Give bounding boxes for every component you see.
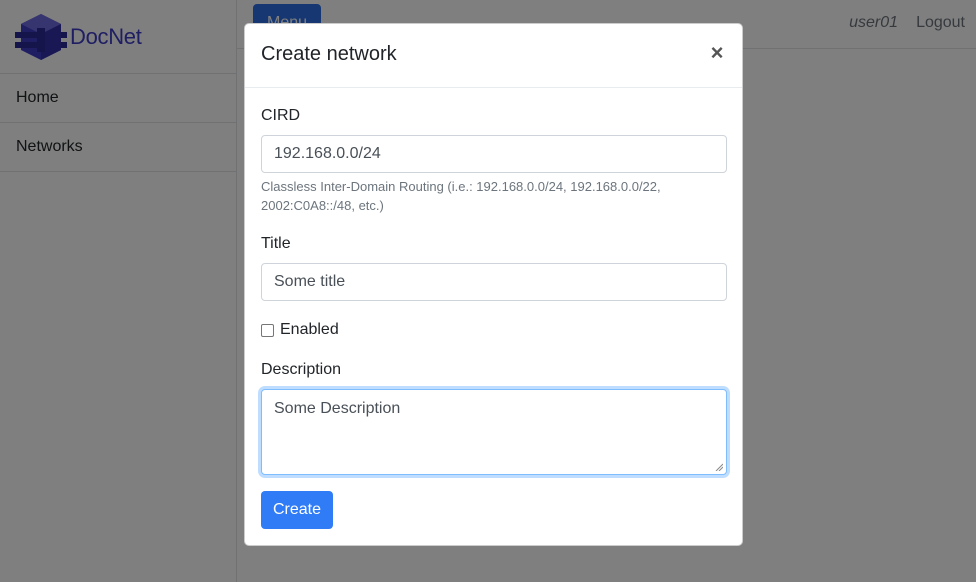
cird-input[interactable] <box>261 135 727 173</box>
description-text: Some Description <box>274 400 401 417</box>
title-input[interactable] <box>261 263 727 301</box>
description-label: Description <box>261 361 342 378</box>
modal-title: Create network <box>261 43 397 65</box>
create-network-modal: Create network × CIRD Classless Inter-Do… <box>244 23 743 546</box>
enabled-label: Enabled <box>280 321 339 338</box>
create-button[interactable]: Create <box>261 491 334 529</box>
description-textarea[interactable]: Some Description <box>261 389 727 475</box>
close-icon[interactable]: × <box>708 40 726 66</box>
title-label: Title <box>261 235 291 252</box>
resize-grip-icon[interactable] <box>715 463 723 471</box>
cird-label: CIRD <box>261 107 301 124</box>
cird-help-text: Classless Inter-Domain Routing (i.e.: 19… <box>261 179 661 213</box>
modal-header: Create network × <box>245 24 742 88</box>
enabled-checkbox-row[interactable]: Enabled <box>261 321 339 339</box>
app-root: DocNet Home Networks Menu user01 Logout … <box>0 0 976 582</box>
enabled-checkbox[interactable] <box>261 323 274 337</box>
